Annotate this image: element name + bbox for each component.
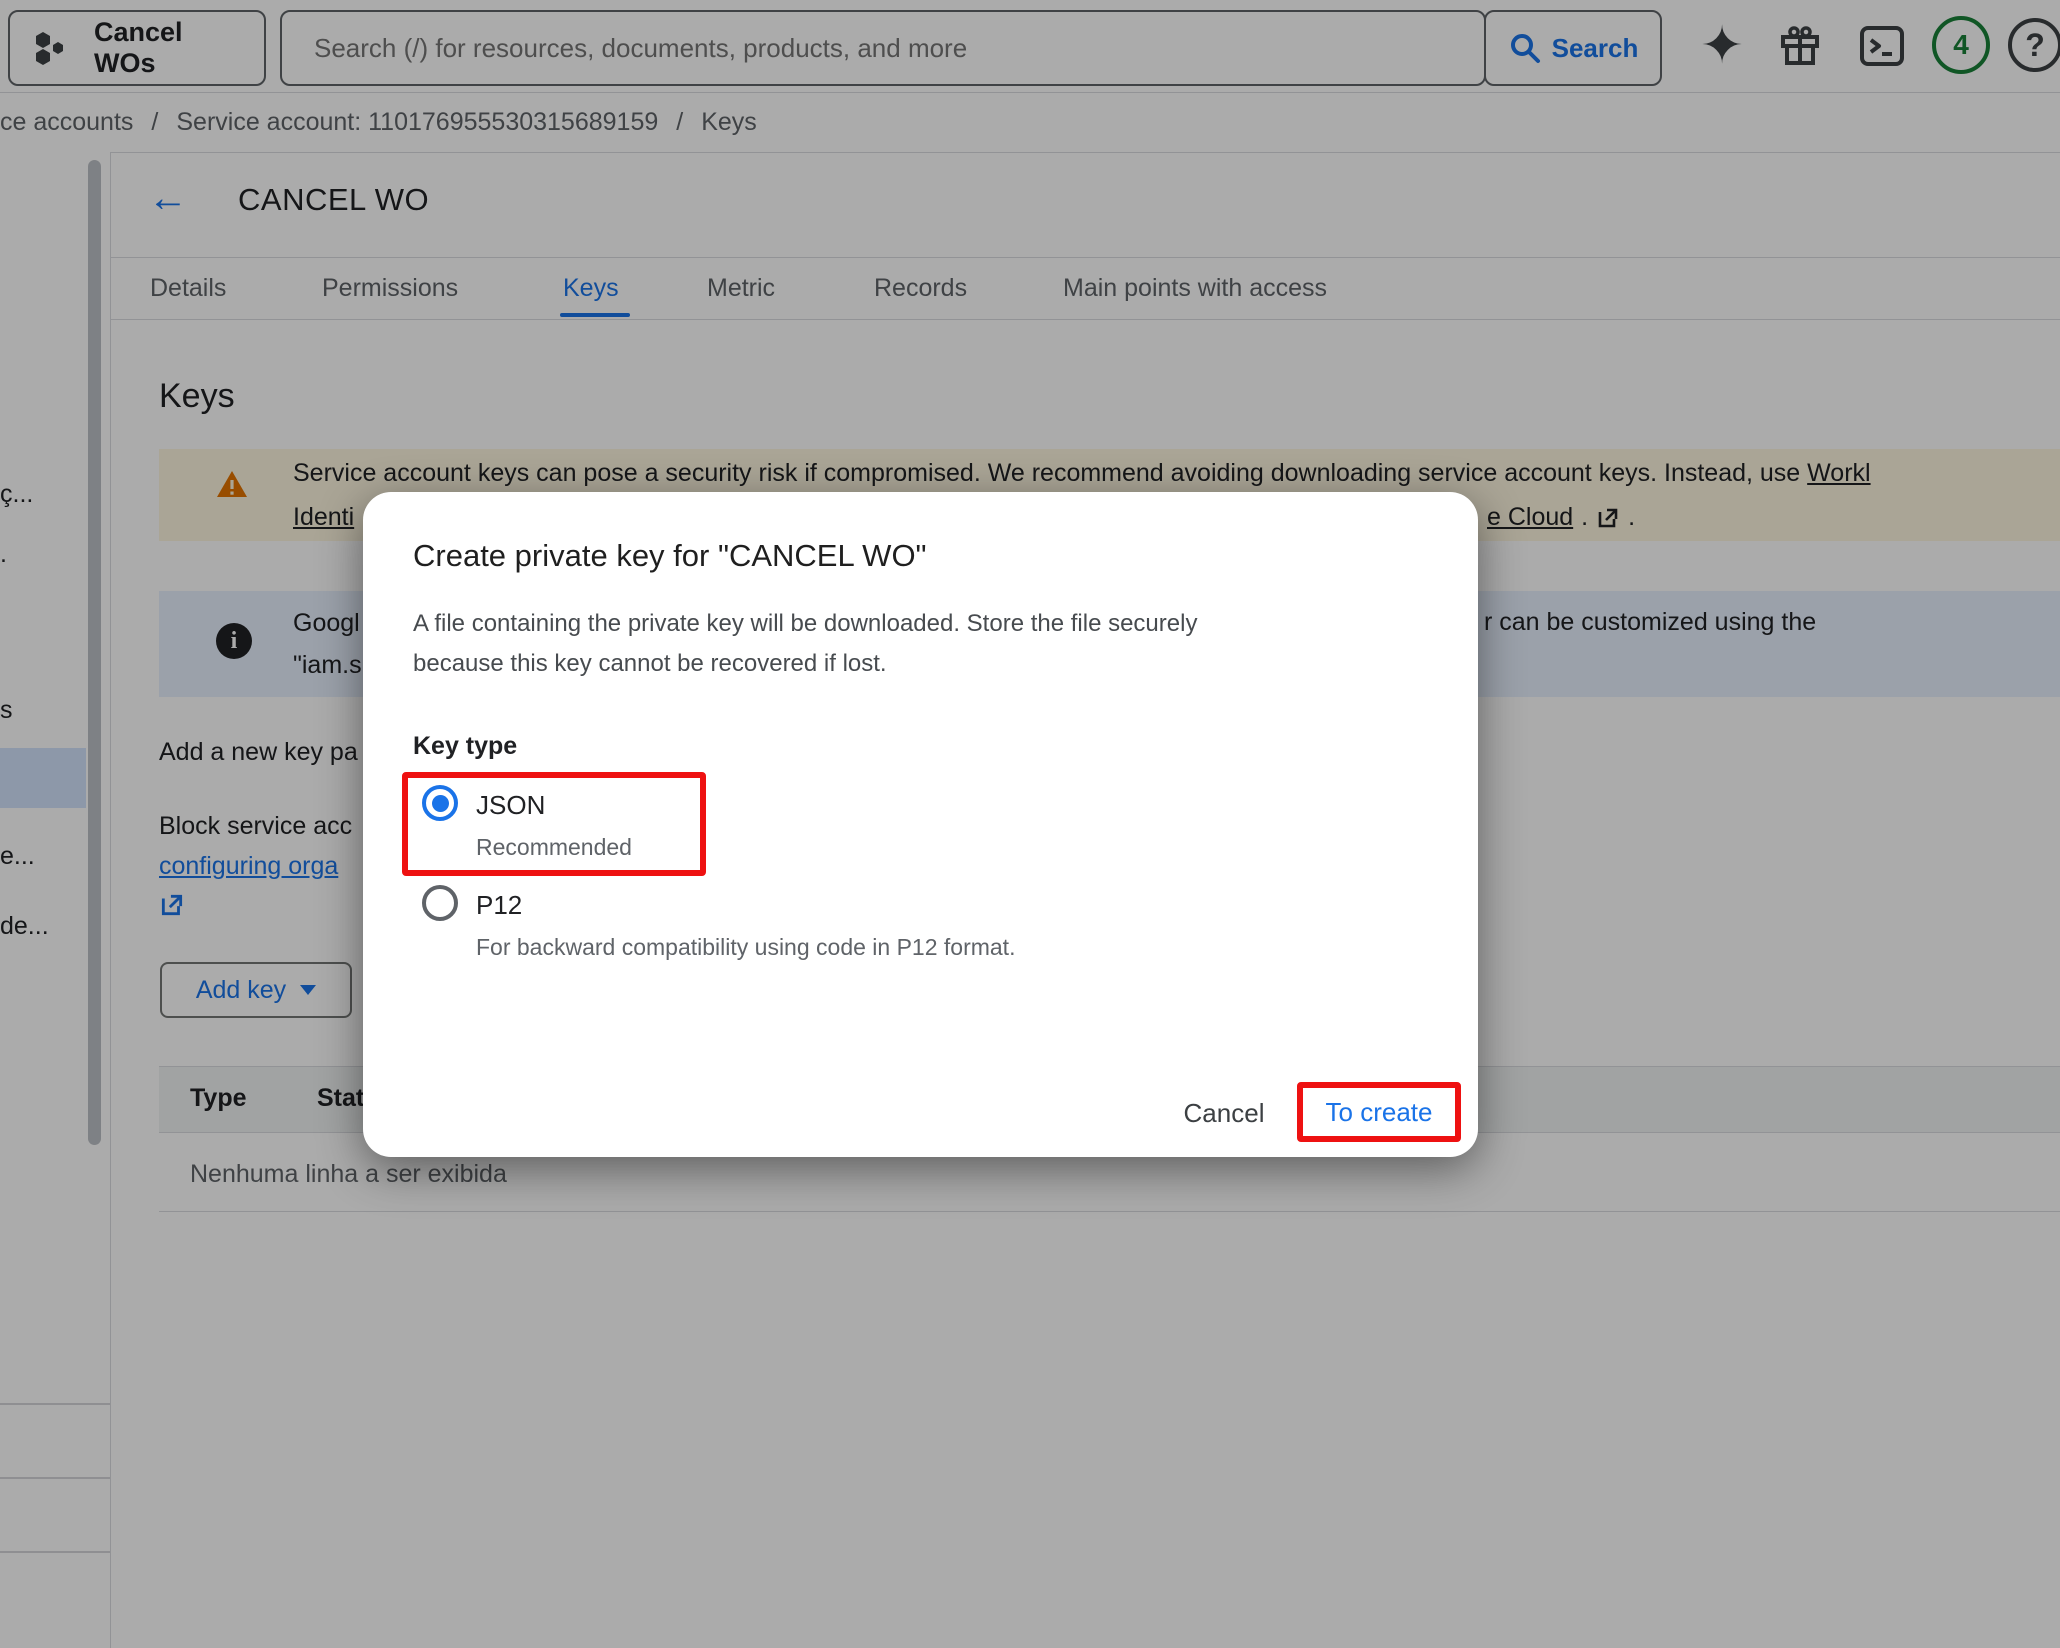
radio-p12-label[interactable]: P12: [476, 890, 522, 921]
annotation-box-json: [402, 772, 706, 876]
dialog-body-line2: because this key cannot be recovered if …: [413, 644, 1197, 684]
dialog-body-line1: A file containing the private key will b…: [413, 604, 1197, 644]
cancel-button[interactable]: Cancel: [1159, 1088, 1289, 1138]
create-button[interactable]: To create: [1320, 1096, 1439, 1129]
radio-p12[interactable]: [422, 885, 458, 921]
radio-p12-description: For backward compatibility using code in…: [476, 934, 1015, 961]
create-private-key-dialog: Create private key for "CANCEL WO" A fil…: [363, 492, 1478, 1157]
google-cloud-console: Cancel WOs Search ✦ 4 ?: [0, 0, 2060, 1648]
annotation-box-create: To create: [1297, 1082, 1461, 1142]
dialog-title: Create private key for "CANCEL WO": [413, 538, 927, 574]
dialog-body: A file containing the private key will b…: [413, 604, 1197, 684]
key-type-label: Key type: [413, 732, 517, 761]
